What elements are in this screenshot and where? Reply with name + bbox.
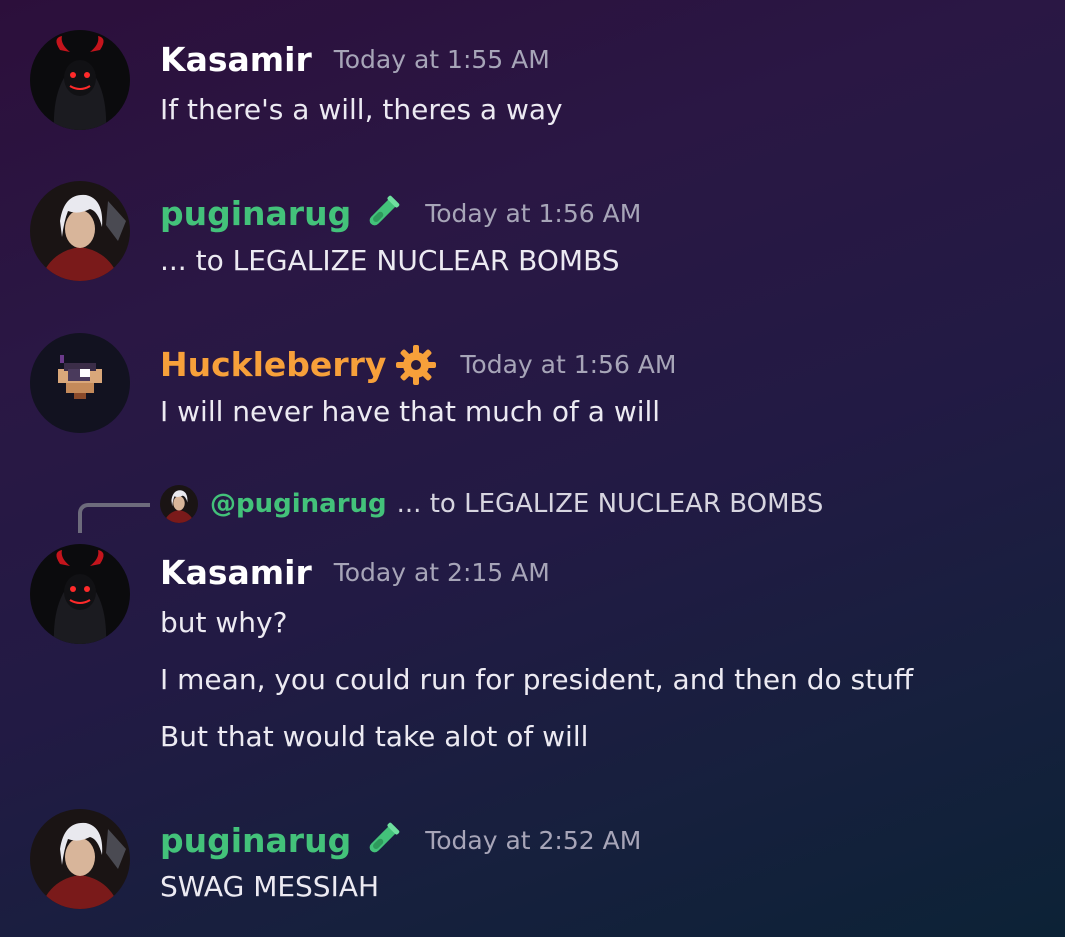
test-tube-icon[interactable]: [359, 819, 403, 863]
reply-preview[interactable]: @puginarug ... to LEGALIZE NUCLEAR BOMBS: [160, 485, 823, 523]
avatar[interactable]: [30, 544, 130, 644]
reply-avatar[interactable]: [160, 485, 198, 523]
avatar[interactable]: [30, 333, 130, 433]
timestamp[interactable]: Today at 1:55 AM: [334, 40, 550, 80]
username[interactable]: puginarug: [160, 194, 351, 234]
reply-text[interactable]: ... to LEGALIZE NUCLEAR BOMBS: [397, 489, 824, 519]
test-tube-icon[interactable]: [359, 192, 403, 236]
message-text: SWAG MESSIAH: [160, 870, 380, 903]
timestamp[interactable]: Today at 2:15 AM: [334, 553, 550, 593]
message-text: ... to LEGALIZE NUCLEAR BOMBS: [160, 244, 620, 277]
reply-mention[interactable]: @puginarug: [210, 489, 387, 519]
username[interactable]: Huckleberry: [160, 345, 386, 385]
username[interactable]: puginarug: [160, 821, 351, 861]
username[interactable]: Kasamir: [160, 553, 312, 593]
message-text: I mean, you could run for president, and…: [160, 663, 914, 696]
avatar[interactable]: [30, 30, 130, 130]
avatar[interactable]: [30, 809, 130, 909]
message-text: But that would take alot of will: [160, 720, 589, 753]
avatar[interactable]: [30, 181, 130, 281]
message-text: but why?: [160, 606, 288, 639]
timestamp[interactable]: Today at 1:56 AM: [425, 194, 641, 234]
timestamp[interactable]: Today at 1:56 AM: [460, 345, 676, 385]
timestamp[interactable]: Today at 2:52 AM: [425, 821, 641, 861]
message-text: I will never have that much of a will: [160, 395, 661, 428]
message-text: If there's a will, theres a way: [160, 93, 563, 126]
gear-icon[interactable]: [394, 343, 438, 387]
reply-spine: [78, 503, 150, 533]
username[interactable]: Kasamir: [160, 40, 312, 80]
